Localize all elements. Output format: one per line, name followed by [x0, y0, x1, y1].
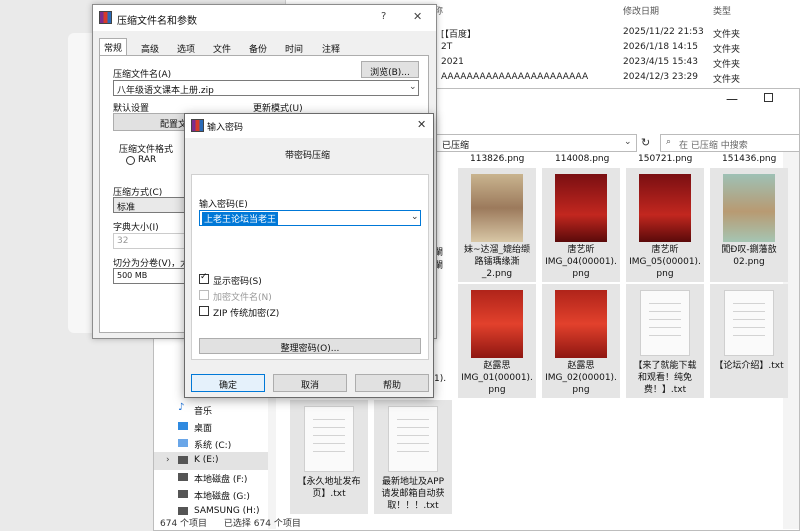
sidebar-item-h[interactable]: SAMSUNG (H:)	[154, 503, 269, 515]
password-dialog-titlebar[interactable]: 输入密码 ✕	[185, 114, 433, 138]
file-tile[interactable]: 【论坛介绍】.txt	[710, 284, 788, 398]
close-icon[interactable]: ✕	[413, 10, 422, 23]
search-icon: ⌕	[666, 137, 672, 147]
tab-general[interactable]: 常规	[99, 38, 128, 56]
text-file-icon	[304, 406, 354, 472]
file-name[interactable]: 150721.png	[638, 154, 692, 164]
winrar-icon	[191, 119, 204, 132]
password-input[interactable]: 上老王论坛当老王 ⌄	[199, 210, 421, 226]
ok-button[interactable]: 确定	[191, 374, 265, 392]
browse-button[interactable]: 浏览(B)...	[361, 61, 419, 78]
minimize-icon[interactable]: —	[726, 92, 738, 106]
file-tile[interactable]: 唐艺昕 IMG_04(00001). png	[542, 168, 620, 282]
zip-legacy-checkbox[interactable]	[199, 306, 209, 316]
drive-icon	[178, 473, 188, 481]
image-thumbnail	[555, 174, 607, 242]
tab-advanced[interactable]: 高级	[137, 40, 163, 56]
column-type[interactable]: 类型	[713, 4, 731, 17]
tab-comment[interactable]: 注释	[318, 40, 344, 56]
sidebar-item-g[interactable]: 本地磁盘 (G:)	[154, 486, 269, 504]
image-thumbnail	[471, 290, 523, 358]
dialog-heading: 带密码压缩	[285, 151, 331, 161]
music-icon: ♪	[178, 402, 185, 413]
image-thumbnail	[639, 174, 691, 242]
text-file-icon	[724, 290, 774, 356]
file-name[interactable]: 114008.png	[555, 154, 609, 164]
drive-icon	[178, 456, 188, 464]
compress-dialog-titlebar[interactable]: 压缩文件名和参数 ? ✕	[93, 5, 436, 31]
chevron-down-icon[interactable]: ⌄	[624, 137, 632, 147]
winrar-icon	[99, 11, 112, 24]
drive-icon	[178, 507, 188, 515]
file-name[interactable]: 113826.png	[470, 154, 524, 164]
chevron-down-icon[interactable]: ⌄	[411, 212, 419, 222]
tab-backup[interactable]: 备份	[245, 40, 271, 56]
chevron-down-icon[interactable]: ›	[166, 455, 170, 465]
show-password-checkbox[interactable]: ✓	[199, 272, 209, 284]
chevron-down-icon[interactable]: ⌄	[409, 82, 417, 92]
password-dialog: 输入密码 ✕ 带密码压缩 输入密码(E) 上老王论坛当老王 ⌄ ✓ 显示密码(S…	[184, 113, 434, 398]
text-file-icon	[640, 290, 690, 356]
image-thumbnail	[723, 174, 775, 242]
tab-time[interactable]: 时间	[281, 40, 307, 56]
encrypt-names-checkbox[interactable]	[199, 290, 209, 300]
help-icon[interactable]: ?	[381, 11, 386, 22]
archive-name-field[interactable]: 八年级语文课本上册.zip ⌄	[113, 80, 419, 96]
file-name[interactable]: 151436.png	[722, 154, 776, 164]
rar-radio[interactable]	[126, 156, 135, 165]
column-date[interactable]: 修改日期	[623, 4, 659, 17]
help-button[interactable]: 帮助	[355, 374, 429, 392]
file-tile[interactable]: 唐艺昕 IMG_05(00001). png	[626, 168, 704, 282]
sidebar-item-e[interactable]: › K (E:)	[154, 452, 269, 470]
image-thumbnail	[471, 174, 523, 242]
drive-icon	[178, 490, 188, 498]
file-tile[interactable]: 妹~达溜_媲绐缬 路镭瑀缘澌 _2.png	[458, 168, 536, 282]
file-tile[interactable]: 赵露思 IMG_01(00001). png	[458, 284, 536, 398]
desktop-icon	[178, 422, 188, 430]
file-tile[interactable]: 闖Ð叹-鍘藩敨 02.png	[710, 168, 788, 282]
image-thumbnail	[555, 290, 607, 358]
refresh-icon[interactable]: ↻	[641, 136, 650, 149]
file-tile[interactable]: 最新地址及APP 请发邮箱自动获 取！！！.txt	[374, 400, 452, 514]
close-icon[interactable]: ✕	[417, 118, 426, 131]
search-input[interactable]: ⌕ 在 已压缩 中搜索	[660, 134, 800, 152]
address-bar[interactable]: 已压缩 ⌄	[433, 134, 637, 152]
file-tile[interactable]: 赵露思 IMG_02(00001). png	[542, 284, 620, 398]
sidebar-item-desktop[interactable]: 桌面	[154, 418, 269, 436]
organize-passwords-button[interactable]: 整理密码(O)...	[199, 338, 421, 354]
file-tile[interactable]: 【永久地址发布 页】.txt	[290, 400, 368, 514]
sidebar-item-f[interactable]: 本地磁盘 (F:)	[154, 469, 269, 487]
sidebar-item-c[interactable]: 系统 (C:)	[154, 435, 269, 453]
sidebar-item-music[interactable]: ♪ 音乐	[154, 401, 269, 419]
maximize-icon[interactable]	[764, 93, 773, 102]
tab-files[interactable]: 文件	[209, 40, 235, 56]
partial-file-name: 1).	[434, 374, 447, 384]
cancel-button[interactable]: 取消	[273, 374, 347, 392]
file-tile[interactable]: 【来了就能下载 和观看！纯免 费！】.txt	[626, 284, 704, 398]
drive-icon	[178, 439, 188, 447]
text-file-icon	[388, 406, 438, 472]
status-bar: 674 个项目 已选择 674 个项目	[160, 519, 301, 529]
checkmark-icon: ✓	[200, 272, 208, 282]
tab-options[interactable]: 选项	[173, 40, 199, 56]
